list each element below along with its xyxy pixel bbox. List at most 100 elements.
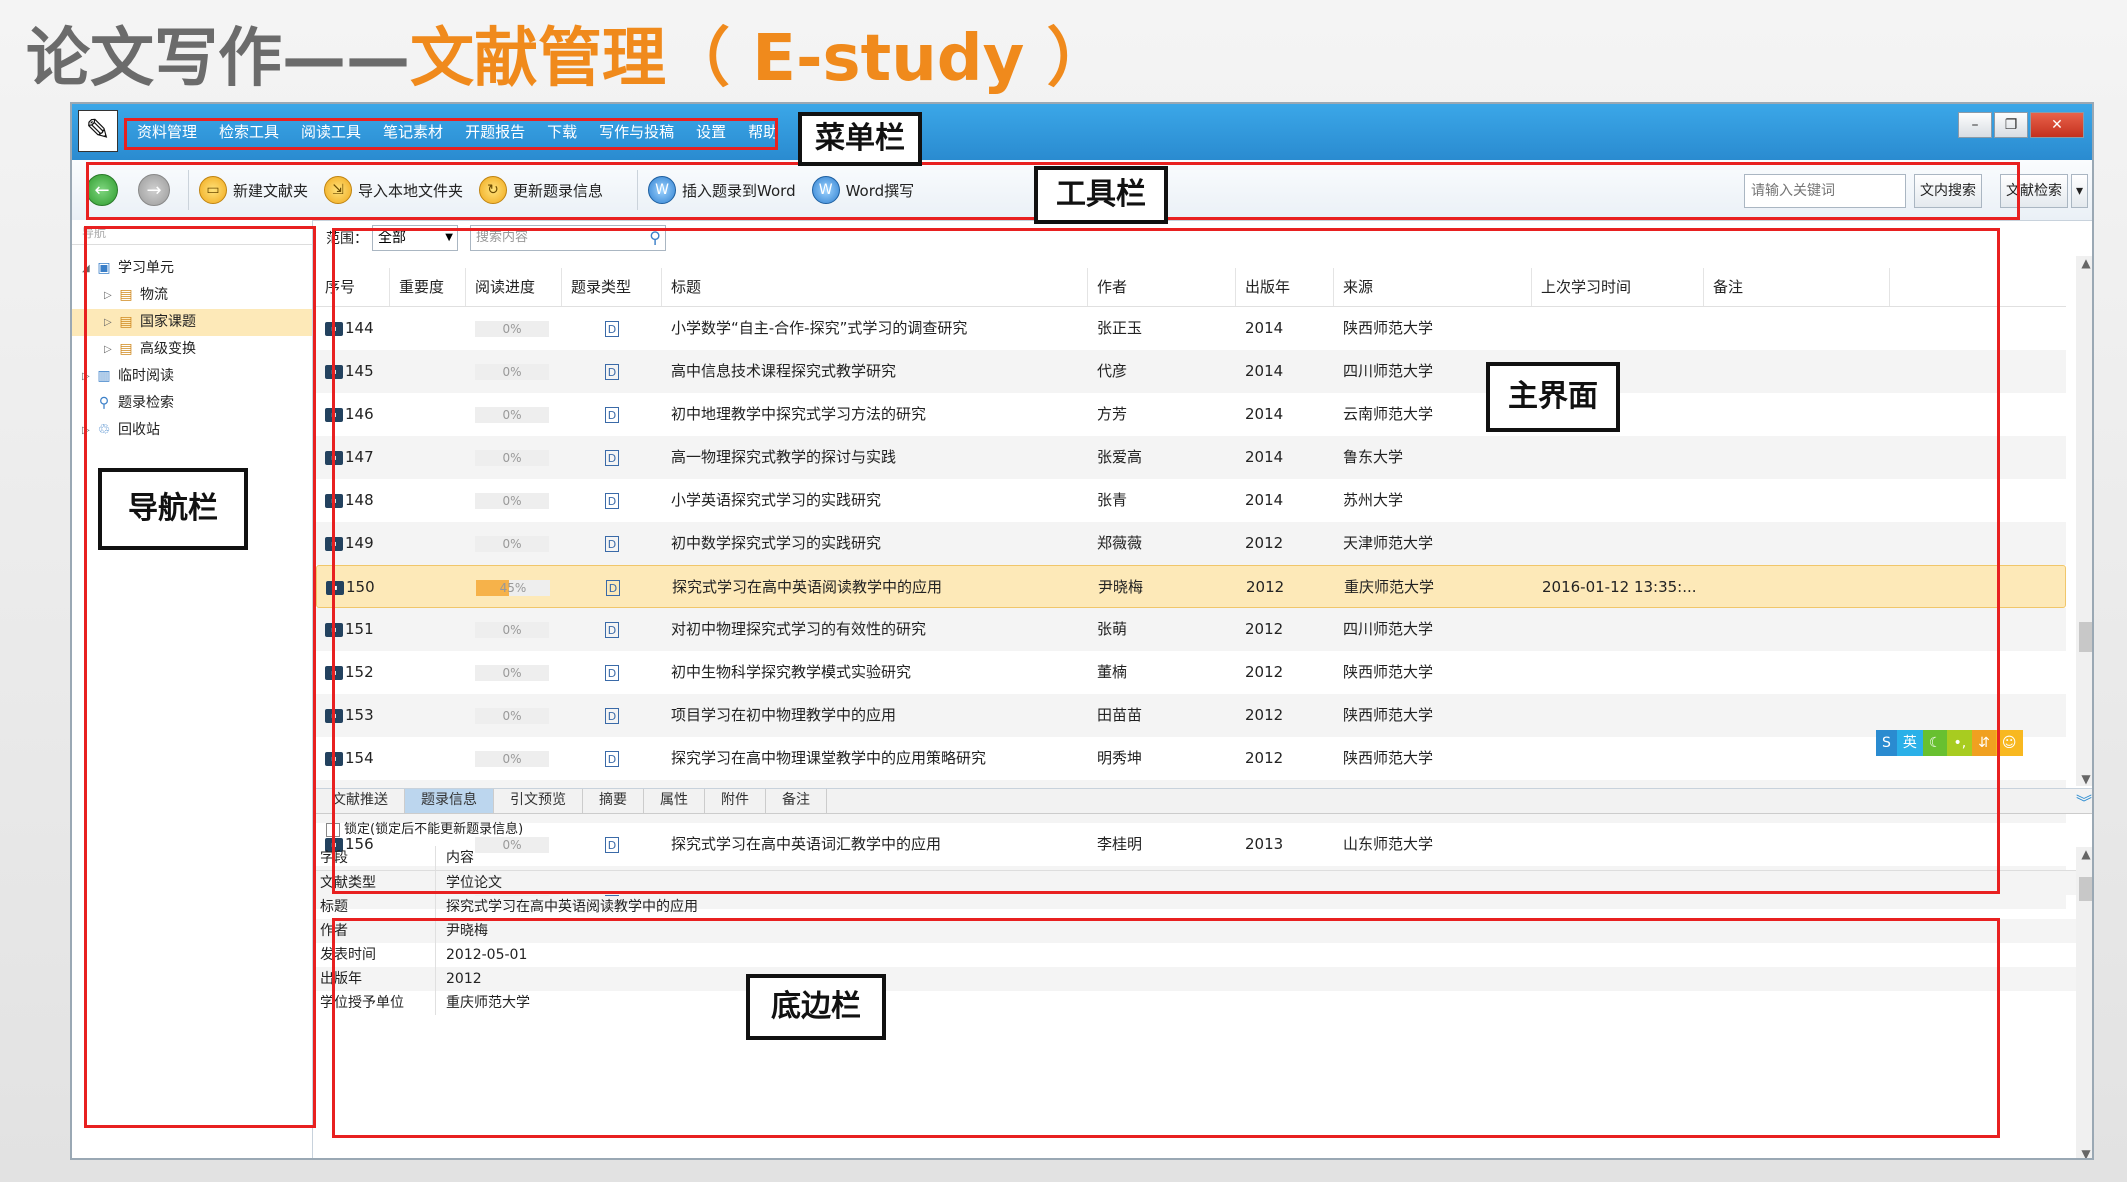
table-row[interactable]: ▪ 144 0% D 小学数学“自主-合作-探究”式学习的调查研究 张正玉 2014 陕西师范…	[316, 307, 2066, 350]
row-importance[interactable]	[390, 737, 466, 780]
tab-citation-preview[interactable]: 引文预览	[494, 789, 583, 813]
row-importance[interactable]	[390, 436, 466, 479]
row-title[interactable]: 初中生物科学探究教学模式实验研究	[662, 651, 1088, 694]
collapsed-arrow-icon[interactable]: ▷	[104, 336, 112, 363]
tab-properties[interactable]: 属性	[644, 789, 705, 813]
menu-resources[interactable]: 资料管理	[126, 116, 208, 148]
row-title[interactable]: 小学数学“自主-合作-探究”式学习的调查研究	[662, 307, 1088, 350]
update-record-button[interactable]: ↻ 更新题录信息	[479, 176, 603, 204]
tree-item-advanced-transform[interactable]: ▷ ▤ 高级变换	[72, 336, 312, 363]
table-row[interactable]: ▪ 153 0% D 项目学习在初中物理教学中的应用 田苗苗 2012 陕西师范大学	[316, 694, 2066, 737]
ime-logo-icon[interactable]: S	[1876, 730, 1897, 756]
tree-item-logistics[interactable]: ▷ ▤ 物流	[72, 282, 312, 309]
scroll-down-icon[interactable]: ▼	[2076, 1147, 2092, 1158]
menu-download[interactable]: 下载	[536, 116, 588, 148]
collapsed-arrow-icon[interactable]: ▷	[82, 417, 90, 444]
col-notes[interactable]: 备注	[1704, 268, 1890, 306]
tab-notes[interactable]: 备注	[766, 789, 827, 813]
row-importance[interactable]	[390, 350, 466, 393]
menu-settings[interactable]: 设置	[685, 116, 737, 148]
row-title[interactable]: 对初中物理探究式学习的有效性的研究	[662, 608, 1088, 651]
lock-checkbox[interactable]	[326, 822, 340, 837]
tab-attachments[interactable]: 附件	[705, 789, 766, 813]
collapse-icon[interactable]: ︾	[2076, 789, 2092, 813]
search-dropdown-icon[interactable]: ▾	[2070, 174, 2088, 208]
scrollbar-thumb[interactable]	[2079, 622, 2092, 652]
tab-record-info[interactable]: 题录信息	[405, 789, 494, 813]
search-icon[interactable]: ⚲	[649, 226, 661, 250]
content-search-input[interactable]: 搜索内容 ⚲	[470, 225, 666, 251]
row-title[interactable]: 项目学习在初中物理教学中的应用	[662, 694, 1088, 737]
table-row[interactable]: ▪ 151 0% D 对初中物理探究式学习的有效性的研究 张萌 2012 四川师范大学	[316, 608, 2066, 651]
table-row[interactable]: ▪ 154 0% D 探究学习在高中物理课堂教学中的应用策略研究 明秀坤 2012 陕西师范大…	[316, 737, 2066, 780]
row-importance[interactable]	[390, 393, 466, 436]
col-author[interactable]: 作者	[1088, 268, 1236, 306]
col-importance[interactable]: 重要度	[390, 268, 466, 306]
menu-proposal[interactable]: 开题报告	[454, 116, 536, 148]
tree-item-record-search[interactable]: ⚲ 题录检索	[72, 390, 312, 417]
expanded-arrow-icon[interactable]: ◢	[82, 255, 90, 282]
new-folder-button[interactable]: ▭ 新建文献夹	[199, 176, 308, 204]
menu-search-tools[interactable]: 检索工具	[208, 116, 290, 148]
row-title[interactable]: 高中信息技术课程探究式教学研究	[662, 350, 1088, 393]
col-last-study[interactable]: 上次学习时间	[1532, 268, 1704, 306]
main-scrollbar[interactable]: ▲ ▼	[2076, 256, 2092, 786]
table-row[interactable]: ▪ 145 0% D 高中信息技术课程探究式教学研究 代彦 2014 四川师范大学	[316, 350, 2066, 393]
row-title[interactable]: 初中地理教学中探究式学习方法的研究	[662, 393, 1088, 436]
restore-button[interactable]: ❐	[1994, 112, 2028, 138]
scroll-up-icon[interactable]: ▲	[2076, 847, 2092, 861]
row-title[interactable]: 初中数学探究式学习的实践研究	[662, 522, 1088, 565]
col-id[interactable]: 序号	[316, 268, 390, 306]
table-row[interactable]: ▪ 147 0% D 高一物理探究式教学的探讨与实践 张爱高 2014 鲁东大学	[316, 436, 2066, 479]
menu-help[interactable]: 帮助	[737, 116, 789, 148]
scroll-up-icon[interactable]: ▲	[2076, 256, 2092, 270]
col-year[interactable]: 出版年	[1236, 268, 1334, 306]
tree-item-learning-unit[interactable]: ◢ ▣ 学习单元	[72, 255, 312, 282]
tree-item-national-project[interactable]: ▷ ▤ 国家课题	[72, 309, 312, 336]
col-source[interactable]: 来源	[1334, 268, 1532, 306]
keyboard-icon[interactable]: ⇵	[1972, 730, 1996, 756]
scope-select[interactable]: 全部 ▼	[372, 225, 458, 251]
back-arrow-icon[interactable]: ←	[86, 174, 118, 206]
collapsed-arrow-icon[interactable]: ▷	[82, 363, 90, 390]
row-importance[interactable]	[390, 694, 466, 737]
menu-notes[interactable]: 笔记素材	[372, 116, 454, 148]
fulltext-search-button[interactable]: 文内搜索	[1914, 174, 1982, 208]
row-importance[interactable]	[391, 566, 467, 607]
scrollbar-thumb[interactable]	[2079, 877, 2092, 901]
table-row[interactable]: ▪ 146 0% D 初中地理教学中探究式学习方法的研究 方芳 2014 云南师范大学	[316, 393, 2066, 436]
col-type[interactable]: 题录类型	[562, 268, 662, 306]
tab-push[interactable]: 文献推送	[316, 789, 405, 813]
row-title[interactable]: 小学英语探究式学习的实践研究	[662, 479, 1088, 522]
tab-abstract[interactable]: 摘要	[583, 789, 644, 813]
keyword-search-input[interactable]	[1744, 174, 1906, 208]
row-title[interactable]: 高一物理探究式教学的探讨与实践	[662, 436, 1088, 479]
close-button[interactable]: ✕	[2030, 112, 2084, 138]
row-importance[interactable]	[390, 307, 466, 350]
table-row[interactable]: ▪ 148 0% D 小学英语探究式学习的实践研究 张青 2014 苏州大学	[316, 479, 2066, 522]
row-importance[interactable]	[390, 479, 466, 522]
row-title[interactable]: 探究学习在高中物理课堂教学中的应用策略研究	[662, 737, 1088, 780]
minimize-button[interactable]: –	[1958, 112, 1992, 138]
menu-reading-tools[interactable]: 阅读工具	[290, 116, 372, 148]
bottom-scrollbar[interactable]: ▲ ▼	[2076, 847, 2092, 1158]
collapsed-arrow-icon[interactable]: ▷	[104, 282, 112, 309]
ime-language-button[interactable]: 英	[1896, 730, 1923, 756]
insert-to-word-button[interactable]: W 插入题录到Word	[648, 176, 796, 204]
col-progress[interactable]: 阅读进度	[466, 268, 562, 306]
table-row[interactable]: ▪ 152 0% D 初中生物科学探究教学模式实验研究 董楠 2012 陕西师范大学	[316, 651, 2066, 694]
row-importance[interactable]	[390, 522, 466, 565]
menu-writing[interactable]: 写作与投稿	[588, 116, 685, 148]
forward-arrow-icon[interactable]: →	[138, 174, 170, 206]
tree-item-temp-reading[interactable]: ▷ ▥ 临时阅读	[72, 363, 312, 390]
collapsed-arrow-icon[interactable]: ▷	[104, 309, 112, 336]
word-write-button[interactable]: W Word撰写	[811, 176, 914, 204]
smiley-icon[interactable]: ☺	[1995, 730, 2023, 756]
col-title[interactable]: 标题	[662, 268, 1088, 306]
table-row[interactable]: ▪ 150 45% D 探究式学习在高中英语阅读教学中的应用 尹晓梅 2012 重庆师范大学 2…	[316, 565, 2066, 608]
moon-icon[interactable]: ☾	[1922, 730, 1948, 756]
row-title[interactable]: 探究式学习在高中英语阅读教学中的应用	[663, 566, 1089, 607]
table-row[interactable]: ▪ 149 0% D 初中数学探究式学习的实践研究 郑薇薇 2012 天津师范大学	[316, 522, 2066, 565]
tree-item-recycle-bin[interactable]: ▷ ♲ 回收站	[72, 417, 312, 444]
punctuation-icon[interactable]: •,	[1947, 730, 1973, 756]
